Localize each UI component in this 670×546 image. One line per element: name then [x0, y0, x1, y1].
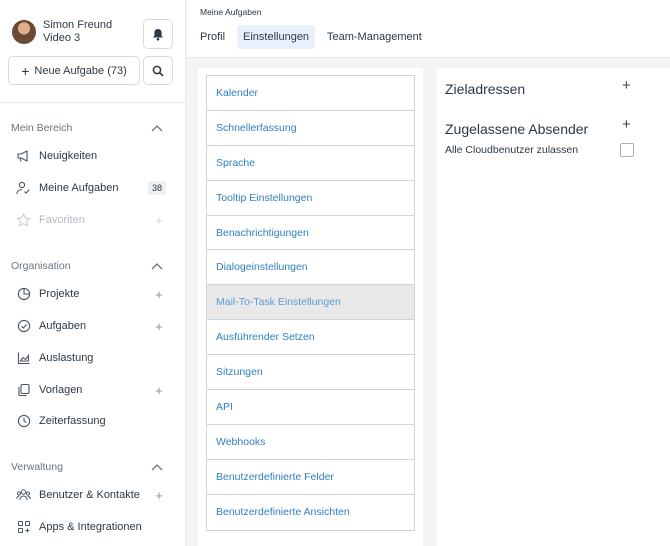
sidebar-item-label: Favoriten [39, 214, 85, 226]
sidebar-item-label: Auslastung [39, 352, 94, 364]
sidebar-item-label: Apps & Integrationen [39, 521, 142, 533]
allowed-senders-title: Zugelassene Absender [445, 121, 589, 137]
sidebar-item-aufgaben[interactable]: Aufgaben + [16, 316, 166, 336]
settings-menu-list: Kalender Schnellerfassung Sprache Tooltip E… [206, 75, 415, 531]
section-header-mein-bereich[interactable]: Mein Bereich [11, 121, 163, 135]
section-title: Organisation [11, 260, 71, 272]
sidebar-item-neuigkeiten[interactable]: Neuigkeiten [16, 146, 166, 166]
sidebar-item-benutzer-kontakte[interactable]: Benutzer & Kontakte + [16, 485, 166, 505]
add-project-icon[interactable]: + [152, 287, 166, 302]
user-subtitle: Video 3 [43, 32, 81, 44]
section-header-verwaltung[interactable]: Verwaltung [11, 460, 163, 474]
sidebar-item-auslastung[interactable]: Auslastung [16, 348, 166, 368]
allow-cloud-users-checkbox[interactable] [620, 143, 634, 157]
settings-menu-item[interactable]: Benutzerdefinierte Felder [207, 460, 414, 495]
check-circle-icon [16, 319, 31, 334]
section-title: Mein Bereich [11, 122, 73, 134]
clock-icon [16, 414, 31, 429]
bell-icon [153, 28, 163, 40]
settings-menu-item[interactable]: Benutzerdefinierte Ansichten [207, 495, 414, 530]
search-button[interactable] [143, 56, 173, 85]
sidebar-item-projekte[interactable]: Projekte + [16, 284, 166, 304]
add-target-address-icon[interactable]: + [622, 78, 631, 93]
sidebar-item-label: Projekte [39, 288, 80, 300]
settings-menu-item[interactable]: Sprache [207, 146, 414, 181]
chevron-up-icon [151, 125, 163, 132]
star-icon [16, 213, 31, 228]
sidebar-item-apps-integrationen[interactable]: Apps & Integrationen [16, 517, 166, 537]
notifications-button[interactable] [143, 19, 173, 49]
sidebar-item-vorlagen[interactable]: Vorlagen + [16, 380, 166, 400]
sidebar-item-label: Neuigkeiten [39, 150, 98, 162]
add-favorite-icon[interactable]: + [152, 213, 166, 228]
user-name: Simon Freund [43, 19, 113, 31]
users-icon [16, 488, 31, 503]
mail-to-task-panel [437, 68, 670, 546]
section-title: Verwaltung [11, 461, 63, 473]
sidebar: Simon Freund Video 3 + Neue Aufgabe (73)… [0, 0, 186, 546]
settings-menu-item[interactable]: Dialogeinstellungen [207, 250, 414, 286]
megaphone-icon [16, 149, 31, 164]
apps-grid-icon [16, 520, 31, 535]
count-badge: 38 [147, 181, 166, 195]
user-profile[interactable]: Simon Freund Video 3 [12, 19, 112, 45]
user-check-icon [16, 181, 31, 196]
target-addresses-title: Zieladressen [445, 81, 526, 97]
sidebar-item-label: Meine Aufgaben [39, 182, 119, 194]
sidebar-divider [0, 102, 186, 103]
settings-menu-item[interactable]: Mail-To-Task Einstellungen [207, 285, 414, 321]
settings-menu-item[interactable]: Webhooks [207, 425, 414, 460]
copy-icon [16, 383, 31, 398]
settings-menu-item[interactable]: Tooltip Einstellungen [207, 181, 414, 216]
chevron-up-icon [151, 464, 163, 471]
area-chart-icon [16, 351, 31, 366]
search-icon [152, 65, 164, 77]
sidebar-item-label: Aufgaben [39, 320, 87, 332]
settings-menu-item[interactable]: Sitzungen [207, 355, 414, 391]
tab-team-management[interactable]: Team-Management [321, 25, 428, 49]
sidebar-item-label: Benutzer & Kontakte [39, 489, 140, 501]
new-task-button[interactable]: + Neue Aufgabe (73) [8, 56, 140, 85]
sidebar-item-favoriten[interactable]: Favoriten + [16, 210, 166, 230]
section-header-organisation[interactable]: Organisation [11, 259, 163, 273]
avatar[interactable] [12, 20, 36, 44]
tab-profil[interactable]: Profil [194, 25, 231, 49]
top-header: Meine Aufgaben Profil Einstellungen Team… [187, 0, 670, 58]
settings-menu-item[interactable]: Schnellerfassung [207, 111, 414, 146]
tab-einstellungen[interactable]: Einstellungen [237, 25, 316, 49]
sidebar-item-zeiterfassung[interactable]: Zeiterfassung [16, 411, 166, 431]
sidebar-item-label: Vorlagen [39, 384, 83, 396]
add-user-icon[interactable]: + [152, 488, 166, 503]
settings-menu-item[interactable]: Ausführender Setzen [207, 320, 414, 356]
settings-menu-item[interactable]: Benachrichtigungen [207, 216, 414, 251]
add-template-icon[interactable]: + [152, 383, 166, 398]
sidebar-item-meine-aufgaben[interactable]: Meine Aufgaben 38 [16, 178, 166, 198]
allow-cloud-users-label: Alle Cloudbenutzer zulassen [445, 144, 579, 156]
pie-chart-icon [16, 287, 31, 302]
settings-menu-item[interactable]: API [207, 390, 414, 425]
chevron-up-icon [151, 263, 163, 270]
add-allowed-sender-icon[interactable]: + [622, 117, 631, 132]
new-task-label: Neue Aufgabe (73) [34, 64, 127, 77]
sidebar-item-label: Zeiterfassung [39, 415, 106, 427]
breadcrumb[interactable]: Meine Aufgaben [200, 7, 261, 17]
add-task-icon[interactable]: + [152, 319, 166, 334]
plus-icon: + [21, 62, 30, 79]
settings-menu-item[interactable]: Kalender [207, 76, 414, 111]
